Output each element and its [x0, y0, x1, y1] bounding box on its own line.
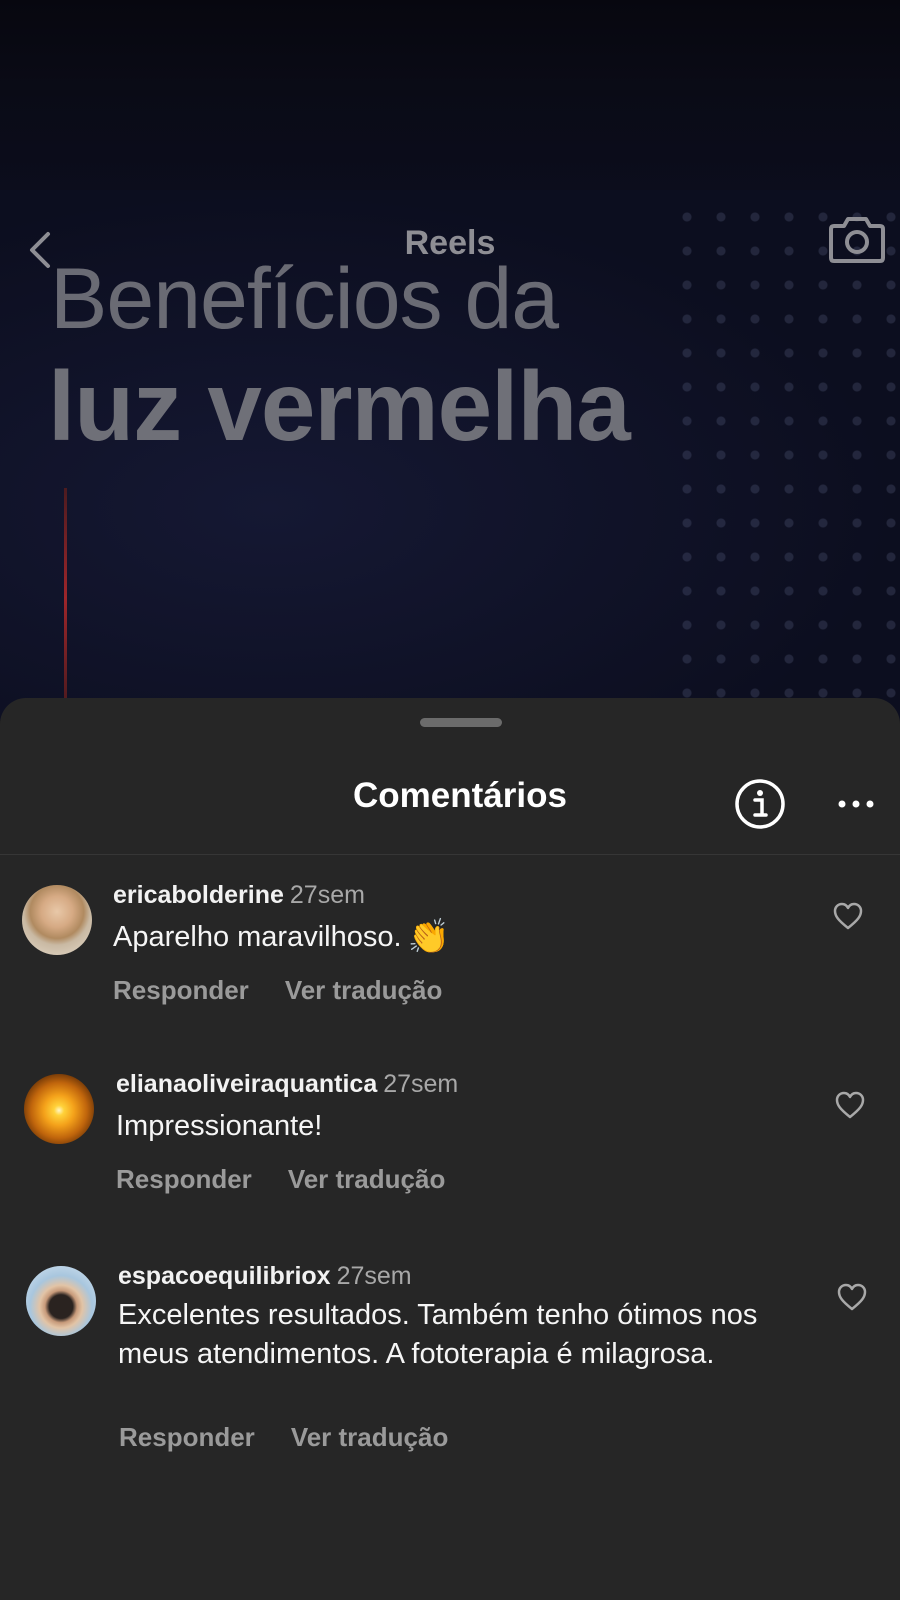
comment-text: Impressionante! [116, 1107, 806, 1146]
video-title-line1: Benefícios da [50, 251, 559, 347]
comment-actions: Responder Ver tradução [116, 1164, 445, 1195]
see-translation-button[interactable]: Ver tradução [288, 1164, 446, 1194]
comment-username[interactable]: ericabolderine 27sem [113, 881, 365, 910]
comment-actions: Responder Ver tradução [119, 1422, 448, 1453]
video-title-line2: luz vermelha [48, 351, 631, 461]
see-translation-button[interactable]: Ver tradução [291, 1422, 449, 1452]
page-title: Reels [404, 224, 496, 262]
info-icon [735, 779, 785, 829]
heart-icon [833, 902, 863, 930]
username-text[interactable]: elianaoliveiraquantica [116, 1070, 377, 1098]
avatar[interactable] [22, 885, 92, 955]
reply-button[interactable]: Responder [116, 1164, 252, 1194]
like-button[interactable] [834, 1090, 866, 1120]
comment-time: 27sem [289, 881, 365, 909]
comment-actions: Responder Ver tradução [113, 975, 442, 1006]
heart-icon [837, 1283, 867, 1311]
clapping-hands-emoji: 👏 [407, 918, 450, 956]
camera-icon [829, 217, 885, 263]
comment-body: Excelentes resultados. Também tenho ótim… [118, 1299, 758, 1370]
avatar[interactable] [24, 1074, 94, 1144]
sheet-drag-handle[interactable] [420, 718, 502, 727]
comment-username[interactable]: elianaoliveiraquantica 27sem [116, 1070, 458, 1099]
reply-button[interactable]: Responder [119, 1422, 255, 1452]
info-button[interactable] [734, 778, 786, 830]
like-button[interactable] [836, 1282, 868, 1312]
comment-username[interactable]: espacoequilibriox 27sem [118, 1262, 412, 1291]
more-options-button[interactable] [836, 792, 876, 816]
comment-time: 27sem [383, 1070, 459, 1098]
dot-pattern-decoration [670, 200, 900, 700]
sheet-divider [0, 854, 900, 855]
username-text[interactable]: ericabolderine [113, 881, 284, 909]
camera-button[interactable] [828, 212, 886, 266]
reels-comments-screen: Benefícios da luz vermelha Reels Comentá… [0, 0, 900, 1600]
heart-icon [835, 1091, 865, 1119]
reply-button[interactable]: Responder [113, 975, 249, 1005]
like-button[interactable] [832, 901, 864, 931]
red-light-line-decoration [64, 488, 67, 708]
comments-sheet: Comentários ericabolderine 27sem Aparelh… [0, 698, 900, 1600]
reel-video[interactable]: Benefícios da luz vermelha [0, 0, 900, 720]
username-text[interactable]: espacoequilibriox [118, 1262, 331, 1290]
comment-text: Excelentes resultados. Também tenho ótim… [118, 1296, 798, 1374]
comment-body: Aparelho maravilhoso. [113, 921, 402, 953]
comment-time: 27sem [336, 1262, 412, 1290]
comment-text: Aparelho maravilhoso. 👏 [113, 918, 803, 957]
comment-body: Impressionante! [116, 1110, 323, 1142]
see-translation-button[interactable]: Ver tradução [285, 975, 443, 1005]
more-horizontal-icon [838, 800, 874, 808]
avatar[interactable] [26, 1266, 96, 1336]
